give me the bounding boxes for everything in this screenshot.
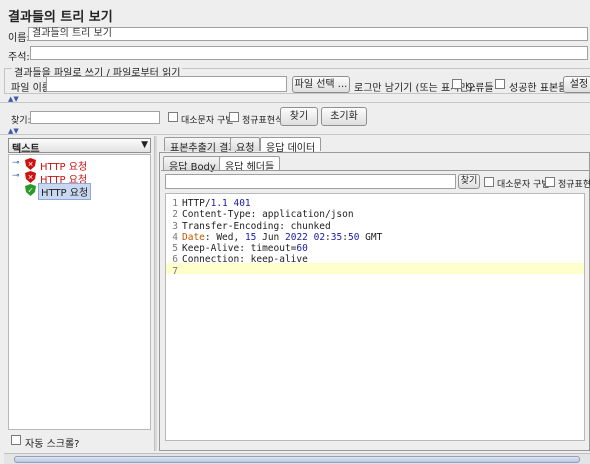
search-regex-checkbox[interactable] (229, 112, 239, 122)
scrollbar-thumb[interactable] (14, 456, 580, 463)
inner-find-button[interactable]: 찾기 (458, 174, 480, 189)
code-line: 6 Connection: keep-alive (166, 251, 584, 265)
error-shield-icon: ✕ (25, 158, 36, 170)
code-line: 7 (166, 262, 584, 277)
find-button[interactable]: 찾기 (280, 107, 318, 126)
file-name-label: 파일 이름 (11, 83, 51, 94)
result-tabs: 표본추출기 결과 요청 응답 데이터 (160, 137, 590, 154)
inner-search-input[interactable] (165, 174, 456, 189)
response-subtabs: 응답 Body 응답 헤더들 (163, 156, 583, 173)
svg-text:✓: ✓ (28, 187, 34, 195)
name-input[interactable]: 결과들의 트리 보기 (28, 27, 588, 41)
search-input[interactable] (30, 111, 160, 124)
error-shield-icon: ✕ (25, 171, 36, 183)
code-area: 1 HTTP/1.1 401 2 Content-Type: application/… (166, 195, 584, 277)
tab-response-data[interactable]: 응답 데이터 (260, 137, 322, 154)
subtab-response-body[interactable]: 응답 Body (163, 156, 222, 173)
comment-label: 주석: (8, 52, 30, 63)
chevron-down-icon: ▼ (141, 140, 148, 150)
subtab-response-headers[interactable]: 응답 헤더들 (219, 156, 281, 173)
svg-text:✕: ✕ (28, 161, 34, 169)
response-headers-editor[interactable]: 1 HTTP/1.1 401 2 Content-Type: application/… (165, 193, 585, 441)
settings-button[interactable]: 설정 (563, 76, 590, 93)
line-number: 7 (172, 265, 178, 277)
code-line: 2 Content-Type: application/json (166, 206, 584, 220)
tree-handle-icon: ⊸ (12, 158, 20, 168)
tree-handle-icon: ⊸ (12, 171, 20, 181)
code-line: 5 Keep-Alive: timeout=60 (166, 240, 584, 254)
auto-scroll-label: 자동 스크롤? (25, 439, 80, 450)
errors-checkbox[interactable] (452, 79, 462, 89)
search-label: 찾기: (11, 116, 31, 126)
search-case-checkbox[interactable] (168, 112, 178, 122)
divider (0, 102, 590, 103)
success-label: 성공한 표본들 (509, 83, 568, 94)
inner-regex-checkbox[interactable] (545, 177, 555, 187)
renderer-select-value: 텍스트 (12, 144, 40, 155)
divider-2 (0, 134, 590, 135)
file-name-input[interactable] (46, 76, 287, 92)
result-tree[interactable]: ⊸ ✕ HTTP 요청 ⊸ ✕ HTTP 요청 ✓ HTTP 요청 (8, 154, 151, 430)
horizontal-scrollbar[interactable] (4, 453, 590, 464)
file-select-button[interactable]: 파일 선택 ... (292, 76, 350, 93)
renderer-select[interactable]: 텍스트 ▼ (8, 138, 151, 155)
window-title: 결과들의 트리 보기 (8, 10, 113, 25)
comment-input[interactable] (30, 46, 588, 60)
subtab-divider (161, 170, 590, 171)
svg-text:✕: ✕ (28, 174, 34, 182)
search-regex-label: 정규표현식 (242, 116, 284, 126)
code-line: 3 Transfer-Encoding: chunked (166, 218, 584, 232)
tree-item-label: HTTP 요청 (38, 183, 92, 200)
success-shield-icon: ✓ (25, 184, 36, 196)
inner-case-label: 대소문자 구별 (497, 180, 550, 190)
tab-request[interactable]: 요청 (230, 137, 261, 154)
success-checkbox[interactable] (495, 79, 505, 89)
errors-label: 오류들 (466, 83, 494, 94)
search-case-label: 대소문자 구별 (181, 116, 234, 126)
inner-case-checkbox[interactable] (484, 177, 494, 187)
auto-scroll-checkbox[interactable] (11, 435, 21, 445)
inner-regex-label: 정규표현식 (558, 180, 590, 190)
reset-button[interactable]: 초기화 (321, 107, 367, 126)
name-label: 이름: (8, 33, 30, 44)
splitter[interactable] (154, 136, 157, 451)
code-line: 1 HTTP/1.1 401 (166, 195, 584, 209)
code-line: 4 Date: Wed, 15 Jun 2022 02:35:50 GMT (166, 229, 584, 243)
